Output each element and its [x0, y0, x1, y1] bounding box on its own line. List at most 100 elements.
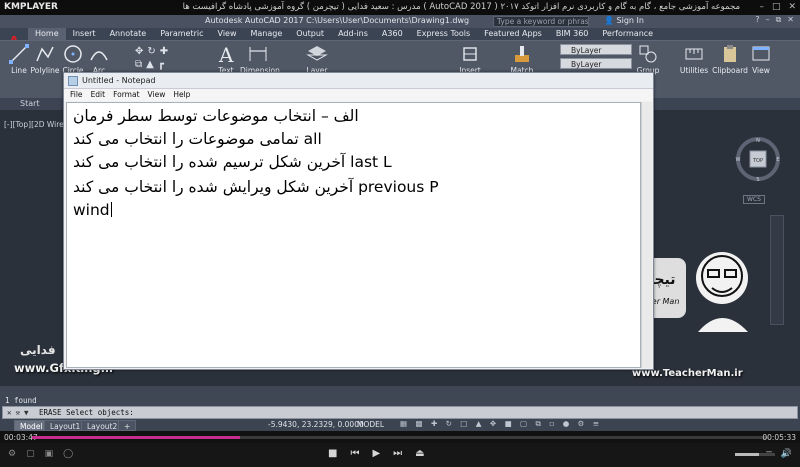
chevron-down-icon[interactable]: ▼ [24, 407, 29, 418]
view-icon [752, 46, 770, 61]
minimize-icon[interactable]: – [759, 0, 764, 15]
group-tool[interactable]: Group [633, 43, 663, 75]
linetype-select[interactable]: ByLayer [560, 58, 632, 69]
ribbon-tab-a360[interactable]: A360 [375, 28, 410, 40]
ribbon-tab-bim-360[interactable]: BIM 360 [549, 28, 596, 40]
stop-icon[interactable]: ■ [328, 448, 337, 459]
minimize-icon[interactable]: – [766, 15, 770, 25]
settings-icon[interactable]: ⚙ [8, 449, 16, 459]
volume-icon[interactable]: 🔊 [781, 449, 792, 459]
watermark-fadaei: فدایی [20, 343, 56, 357]
ribbon-tab-parametric[interactable]: Parametric [153, 28, 210, 40]
notepad-window[interactable]: Untitled - Notepad File Edit Format View Hel… [63, 72, 654, 370]
clipboard-tool[interactable]: Clipboard [710, 43, 750, 75]
group-icon [639, 45, 657, 63]
ribbon-tab-home[interactable]: Home [28, 28, 66, 40]
ribbon-tab-featured-apps[interactable]: Featured Apps [477, 28, 549, 40]
insert-tool[interactable]: Insert [455, 43, 485, 75]
command-line-input[interactable]: ✕ ⚒ ▼ ERASE Select objects: [2, 406, 798, 419]
polyline-tool[interactable]: Polyline [30, 43, 60, 75]
rotate-icon[interactable]: ↻ [147, 46, 159, 57]
ribbon-tab-output[interactable]: Output [289, 28, 331, 40]
volume-level [735, 453, 759, 456]
notepad-icon [68, 76, 78, 86]
text-line-3: last L آخرین شکل ترسیم شده را انتخاب می … [73, 153, 392, 171]
ribbon-tab-add-ins[interactable]: Add-ins [331, 28, 375, 40]
ribbon-tab-manage[interactable]: Manage [244, 28, 290, 40]
restore-icon[interactable]: ⧉ [776, 15, 782, 25]
match-tool[interactable]: Match [507, 43, 537, 75]
move-icon[interactable]: ✥ [135, 46, 147, 57]
view-tool[interactable]: View [746, 43, 776, 75]
dimension-tool[interactable]: Dimension [240, 43, 280, 75]
wcs-menu[interactable]: WCS [743, 195, 765, 204]
line-label: Line [11, 66, 27, 75]
player-title: مجموعه آموزشی جامع ، گام به گام و کاربرد… [182, 2, 740, 12]
ribbon-tab-view[interactable]: View [211, 28, 244, 40]
notepad-menu-edit[interactable]: Edit [91, 89, 106, 101]
previous-icon[interactable]: ⏮ [350, 448, 359, 459]
text-line-5: wind [73, 201, 112, 219]
text-tool[interactable]: A Text [211, 43, 241, 75]
ribbon-tab-insert[interactable]: Insert [66, 28, 103, 40]
notepad-scrollbar[interactable] [641, 102, 652, 368]
ribbon-tab-express-tools[interactable]: Express Tools [410, 28, 478, 40]
copy-icon[interactable]: ⧉ [135, 59, 146, 70]
text-line-5-content: wind [73, 201, 110, 219]
screen-icon[interactable]: ▢ [26, 449, 35, 459]
layer-tool[interactable]: Layer [302, 43, 332, 75]
add-layout-button[interactable]: + [118, 420, 137, 431]
polyline-icon [36, 46, 54, 62]
viewcube-top-label: TOP [752, 158, 763, 164]
help-icon[interactable]: ? [755, 15, 759, 25]
play-icon[interactable]: ▶ [372, 448, 380, 459]
navigation-bar[interactable] [770, 215, 784, 325]
model-space-button[interactable]: MODEL [357, 420, 384, 429]
wrench-icon[interactable]: ⚒ [16, 407, 21, 418]
layout1-tab[interactable]: Layout1 [44, 420, 87, 431]
notepad-menu-view[interactable]: View [148, 89, 166, 101]
text-caret [110, 202, 112, 217]
acad-title-bar: Autodesk AutoCAD 2017 C:\Users\User\Docu… [0, 15, 800, 28]
maximize-icon[interactable]: □ [772, 0, 781, 15]
search-input[interactable]: Type a keyword or phrase [493, 16, 589, 27]
volume-slider[interactable] [735, 453, 775, 456]
player-logo: KMPLAYER [4, 2, 58, 12]
open-icon[interactable]: ⏏ [415, 448, 424, 459]
close-icon[interactable]: ✕ [7, 407, 12, 418]
trim-icon[interactable]: ✚ [160, 46, 172, 57]
mirror-icon[interactable]: ▲ [146, 59, 158, 70]
next-icon[interactable]: ⏭ [393, 448, 402, 459]
status-bar-toggles[interactable]: ▦ ▩ ✚ ↻ □ ▲ ✥ ■ ▢ ⧉ ▫ ● ⚙ ≡ [400, 419, 602, 429]
notepad-text-area[interactable]: الف – انتخاب موضوعات توسط سطر فرمان all … [66, 102, 641, 368]
text-line-1: الف – انتخاب موضوعات توسط سطر فرمان [73, 107, 359, 125]
color-select[interactable]: ByLayer [560, 44, 632, 55]
ribbon-tab-performance[interactable]: Performance [595, 28, 660, 40]
notepad-menubar: File Edit Format View Help [64, 89, 653, 101]
vr-icon[interactable]: ◯ [63, 449, 73, 459]
fillet-icon[interactable]: ┏ [158, 59, 168, 70]
close-icon[interactable]: ✕ [787, 15, 794, 25]
player-left-icons: ⚙ ▢ ▣ ◯ [8, 449, 73, 459]
3d-icon[interactable]: ▣ [45, 449, 54, 459]
notepad-title-bar[interactable]: Untitled - Notepad [64, 73, 653, 89]
measure-icon [685, 48, 703, 60]
polyline-label: Polyline [30, 66, 60, 75]
ribbon-tab-annotate[interactable]: Annotate [103, 28, 154, 40]
clipboard-icon [724, 45, 736, 62]
player-seek-bar[interactable]: 00:03:47 00:05:33 [0, 431, 800, 443]
arc-tool[interactable]: Arc [84, 43, 114, 75]
notepad-menu-format[interactable]: Format [113, 89, 139, 101]
viewcube-north: N [756, 138, 760, 144]
seek-track[interactable] [32, 436, 768, 439]
text-line-2: all تمامی موضوعات را انتخاب می کند [73, 130, 322, 148]
notepad-menu-file[interactable]: File [70, 89, 83, 101]
layout2-tab[interactable]: Layout2 [81, 420, 124, 431]
notepad-menu-help[interactable]: Help [173, 89, 190, 101]
utilities-tool[interactable]: Utilities [676, 43, 712, 75]
start-tab[interactable]: Start [0, 98, 65, 110]
viewcube[interactable]: TOP N S E W [733, 134, 783, 184]
sign-in-link[interactable]: 👤 Sign In [604, 16, 644, 25]
layer-icon [306, 46, 328, 61]
close-icon[interactable]: ✕ [788, 0, 796, 15]
